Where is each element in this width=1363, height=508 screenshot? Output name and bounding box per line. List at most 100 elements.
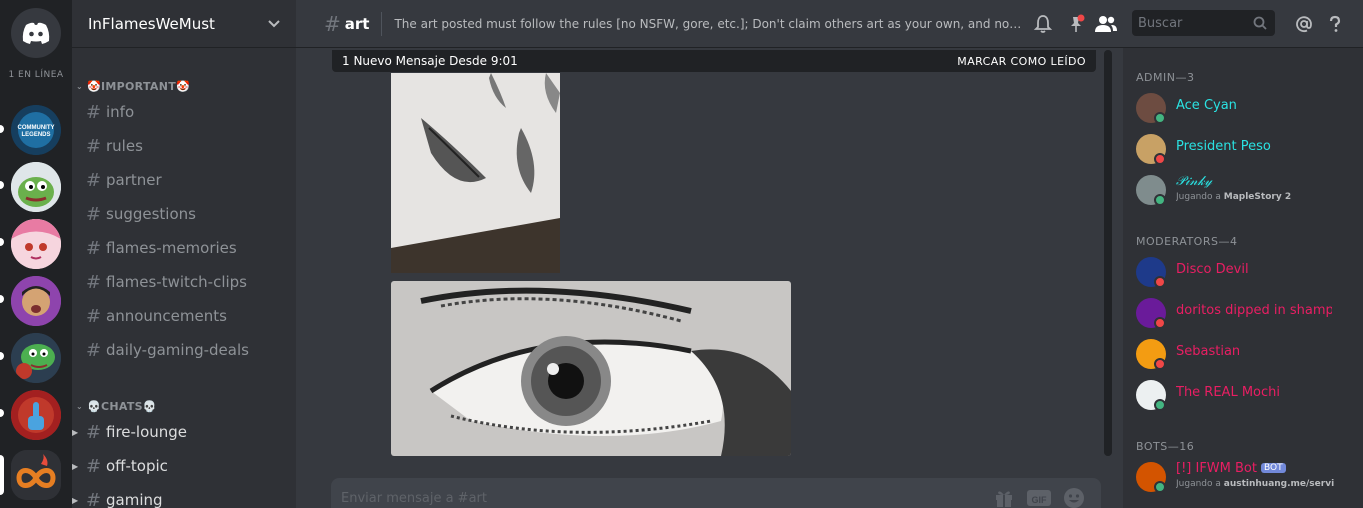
search-box[interactable]: [1132, 10, 1275, 36]
chevron-down-icon: [268, 19, 280, 27]
member-ifwm-bot[interactable]: [!] IFWM Bot BOT Jugando a austinhuang.me…: [1136, 457, 1356, 497]
status-dnd-icon: [1154, 317, 1166, 329]
channel-sidebar: InFlamesWeMust ⌄ 🤡IMPORTANT🤡 # info # rule…: [72, 0, 296, 508]
art-lips-drawing: [391, 73, 560, 273]
member-ace-cyan[interactable]: Ace Cyan: [1136, 88, 1356, 128]
channel-partner[interactable]: # partner: [86, 165, 288, 195]
notification-bell-button[interactable]: [1031, 12, 1055, 36]
member-list: ADMIN—3 Ace Cyan President Peso 𝒫𝒾𝓃𝓀𝓎 Ju…: [1123, 48, 1363, 508]
unread-pill: [0, 125, 4, 133]
gif-icon[interactable]: GIF: [1027, 488, 1051, 508]
search-input[interactable]: [1132, 10, 1242, 36]
channel-label: suggestions: [106, 205, 196, 223]
message-input[interactable]: [341, 488, 941, 508]
unread-indicator-icon: ▶: [72, 427, 79, 437]
mentions-button[interactable]: [1292, 12, 1316, 36]
pepe-boxing-icon: [11, 333, 61, 383]
category-important[interactable]: ⌄ 🤡IMPORTANT🤡: [76, 80, 190, 93]
hash-icon: #: [86, 305, 102, 327]
hash-icon: #: [86, 135, 102, 157]
hash-icon: #: [86, 169, 102, 191]
chat-scrollbar[interactable]: [1104, 50, 1112, 456]
channel-rules[interactable]: # rules: [86, 131, 288, 161]
member-doritos[interactable]: doritos dipped in shampoo: [1136, 293, 1356, 333]
member-list-button[interactable]: [1094, 12, 1118, 36]
channel-suggestions[interactable]: # suggestions: [86, 199, 288, 229]
server-header[interactable]: InFlamesWeMust: [72, 0, 296, 48]
channel-flames-memories[interactable]: # flames-memories: [86, 233, 288, 263]
member-name: The REAL Mochi: [1176, 385, 1280, 400]
divider: [381, 11, 383, 36]
channel-flames-twitch-clips[interactable]: # flames-twitch-clips: [86, 267, 288, 297]
selected-pill: [0, 455, 4, 495]
member-name: Sebastian: [1176, 344, 1241, 359]
guild-anime[interactable]: [11, 219, 61, 269]
hash-icon: #: [86, 203, 102, 225]
server-name: InFlamesWeMust: [88, 14, 215, 33]
status-online-icon: [1154, 194, 1166, 206]
bot-badge: BOT: [1260, 463, 1286, 473]
guild-pepe[interactable]: [11, 162, 61, 212]
member-the-real-mochi[interactable]: The REAL Mochi: [1136, 375, 1356, 415]
discord-home-button[interactable]: [11, 8, 61, 58]
unread-pill: [0, 295, 4, 303]
channel-fire-lounge[interactable]: ▶ # fire-lounge: [72, 417, 288, 447]
member-sebastian[interactable]: Sebastian: [1136, 334, 1356, 374]
channel-gaming[interactable]: ▶ # gaming: [72, 485, 288, 508]
status-dnd-icon: [1154, 153, 1166, 165]
hash-icon: #: [86, 455, 102, 477]
hash-icon: #: [86, 271, 102, 293]
art-image-lips[interactable]: [391, 73, 560, 273]
member-name: 𝒫𝒾𝓃𝓀𝓎: [1176, 174, 1213, 189]
channel-label: flames-memories: [106, 239, 237, 257]
emoji-icon[interactable]: [1063, 487, 1085, 508]
svg-text:LEGENDS: LEGENDS: [21, 132, 50, 138]
channel-daily-gaming-deals[interactable]: # daily-gaming-deals: [86, 335, 288, 365]
category-label: 🤡IMPORTANT🤡: [87, 80, 191, 93]
member-name: Disco Devil: [1176, 262, 1249, 277]
person-avatar-icon: [11, 276, 61, 326]
channel-label: gaming: [106, 491, 163, 508]
bell-icon: [1033, 15, 1053, 33]
pinned-messages-button[interactable]: [1064, 12, 1088, 36]
discord-logo-icon: [22, 22, 50, 44]
help-icon: [1329, 15, 1341, 32]
hash-icon: #: [324, 11, 341, 36]
infinity-flame-icon: [11, 450, 61, 500]
mark-as-read-button[interactable]: MARCAR COMO LEÍDO: [957, 55, 1086, 68]
member-president-peso[interactable]: President Peso: [1136, 129, 1356, 169]
channel-label: fire-lounge: [106, 423, 188, 441]
channel-title: art: [344, 14, 370, 33]
category-chats[interactable]: ⌄ 💀CHATS💀: [76, 400, 157, 413]
svg-text:GIF: GIF: [1032, 495, 1048, 505]
search-icon: [1253, 16, 1267, 30]
channel-off-topic[interactable]: ▶ # off-topic: [72, 451, 288, 481]
channel-topic[interactable]: The art posted must follow the rules [no…: [394, 17, 1024, 31]
scrollbar-thumb[interactable]: [1104, 50, 1112, 456]
channel-announcements[interactable]: # announcements: [86, 301, 288, 331]
channel-label: partner: [106, 171, 162, 189]
guild-flame-hand[interactable]: [11, 390, 61, 440]
guild-pepe-boxing[interactable]: [11, 333, 61, 383]
member-disco-devil[interactable]: Disco Devil: [1136, 252, 1356, 292]
guild-person[interactable]: [11, 276, 61, 326]
channel-info[interactable]: # info: [86, 97, 288, 127]
role-header-bots: BOTS—16: [1136, 440, 1195, 453]
guild-inflameswemust[interactable]: [11, 450, 61, 500]
member-name: Ace Cyan: [1176, 98, 1237, 113]
member-activity: Jugando a MapleStory 2: [1176, 192, 1292, 202]
guild-bar: 1 EN LÍNEA COMMUNITY LEGENDS: [0, 0, 72, 508]
status-dnd-icon: [1154, 276, 1166, 288]
message-composer: GIF: [331, 478, 1101, 508]
unread-pill: [0, 352, 4, 360]
status-online-icon: [1154, 399, 1166, 411]
guild-community-legends[interactable]: COMMUNITY LEGENDS: [11, 105, 61, 155]
member-pinky[interactable]: 𝒫𝒾𝓃𝓀𝓎 Jugando a MapleStory 2: [1136, 170, 1356, 210]
discord-window: 1 EN LÍNEA COMMUNITY LEGENDS InFlamesWeM…: [0, 0, 1363, 508]
help-button[interactable]: [1323, 12, 1347, 36]
gift-icon[interactable]: [993, 487, 1015, 508]
channel-topbar: # art The art posted must follow the rul…: [296, 0, 1363, 48]
art-image-eye[interactable]: [391, 281, 791, 456]
member-activity: Jugando a austinhuang.me/servi: [1176, 479, 1335, 489]
new-messages-bar[interactable]: 1 Nuevo Mensaje Desde 9:01 MARCAR COMO L…: [332, 50, 1096, 72]
